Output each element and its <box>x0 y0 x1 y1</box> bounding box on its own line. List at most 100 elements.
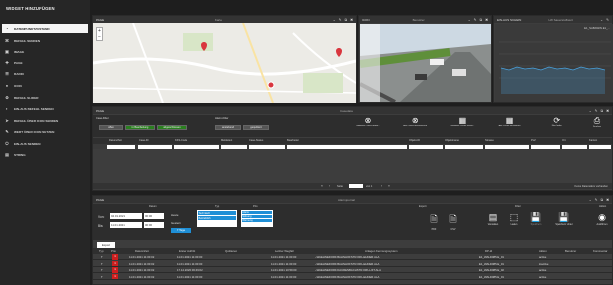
sidebar-item-image[interactable]: ▣ IMAGE <box>2 47 88 56</box>
today-option[interactable]: Heute <box>171 213 178 217</box>
last-page-icon[interactable]: » <box>388 184 390 188</box>
copy-icon[interactable]: ⧉ <box>345 18 348 22</box>
chevron-down-icon[interactable]: ⌄ <box>589 109 592 113</box>
edit-icon[interactable]: ✎ <box>339 18 342 22</box>
export-label: Export <box>419 205 427 208</box>
close-icon[interactable]: ✖ <box>606 198 609 202</box>
next-page-icon[interactable]: › <box>381 184 382 188</box>
filter-open-button[interactable]: offen <box>99 125 123 130</box>
export-pdf-button[interactable]: 🗎 PDF <box>427 212 441 231</box>
filter-input[interactable] <box>485 144 529 149</box>
close-all-button[interactable]: ⊗ Alle Cases abschliessen <box>396 116 434 136</box>
print-button[interactable]: ⎙ Drucken <box>585 116 609 136</box>
zoom-out-button[interactable]: − <box>97 34 102 40</box>
copy-icon[interactable]: ⧉ <box>480 18 483 22</box>
bis-date-input[interactable]: 11.01.2021 <box>110 222 142 228</box>
typ-option-betrieblich[interactable]: Betrieblich <box>198 216 236 220</box>
sidebar-item-ein-aus-senden[interactable]: ⏻ EIN-AUS SENDEN <box>2 139 88 148</box>
filter-input[interactable] <box>249 144 285 149</box>
pager-label: Seite <box>337 184 343 188</box>
manage-button[interactable]: ▤ Verwalten <box>485 212 501 226</box>
von-time-input[interactable]: 00:00 <box>144 213 164 219</box>
csv-icon: 🗎 <box>449 214 457 224</box>
close-icon[interactable]: ✖ <box>606 109 609 113</box>
edit-icon[interactable]: ✎ <box>474 18 477 22</box>
chart-area: E1_SABAWIN.E1_... <box>495 24 613 102</box>
filter-input[interactable] <box>221 144 247 149</box>
filter-input[interactable] <box>138 144 172 149</box>
yesterday-option[interactable]: Gestern <box>171 221 181 225</box>
bis-time-input[interactable]: 00:00 <box>144 222 164 228</box>
toggle-icon: ◐ <box>5 105 9 111</box>
chevron-down-icon[interactable]: ⌄ <box>589 198 592 202</box>
table-row[interactable]: T 1 11.01.2021 11:00:02 11.01.2021 11:00… <box>93 254 612 260</box>
seven-days-option[interactable]: 7 Tage <box>171 228 191 233</box>
save-as-button[interactable]: 💾 Speichern Unter <box>551 212 577 226</box>
filter-in-progress-button[interactable]: in Bearbeitung <box>125 125 155 130</box>
widget-header: PAGE Karte ⌄ ✎ ⧉ ✖ <box>93 16 356 23</box>
sidebar-item-befehl-slider[interactable]: ⚙ BEFEHL SLIDER <box>2 93 88 102</box>
chevron-down-icon[interactable]: ⌄ <box>468 18 471 22</box>
page-input[interactable] <box>349 184 363 188</box>
chevron-down-icon[interactable]: ⌄ <box>600 18 603 22</box>
prio-option-warnung[interactable]: Warnung <box>242 218 272 223</box>
typ-list[interactable]: Technisch Betrieblich <box>197 210 237 227</box>
first-page-icon[interactable]: « <box>321 184 323 188</box>
close-icon[interactable]: ✖ <box>350 18 353 22</box>
load-button[interactable]: ⬚ Laden <box>506 212 522 226</box>
process-filtered-button[interactable]: ⊗ Gefilterte Cases abarb... <box>349 116 387 136</box>
filter-input[interactable] <box>562 144 587 149</box>
reload-button[interactable]: ⟳ Neu laden <box>538 116 576 136</box>
copy-icon[interactable]: ⧉ <box>601 109 604 113</box>
filter-input[interactable] <box>287 144 407 149</box>
prio-option-alarm[interactable]: Alarm <box>242 210 272 215</box>
filter-input[interactable] <box>445 144 483 149</box>
sidebar-item-radio[interactable]: ☰ RADIO <box>2 69 88 78</box>
edit-icon[interactable]: ✎ <box>606 18 609 22</box>
filter-closed-button[interactable]: abgeschlossen <box>157 125 187 130</box>
table-row[interactable]: T 1 11.01.2021 11:00:02 17.12.2020 06:49… <box>93 267 612 273</box>
sidebar-item-ein-aus-befehl[interactable]: ◐ EIN-AUS BEFEHL SENDEN <box>2 104 88 113</box>
sidebar-item-befehl-senden[interactable]: ⌘ BEFEHL SENDEN <box>2 36 88 45</box>
table-row[interactable]: T 1 11.01.2021 11:00:02 11.01.2021 11:00… <box>93 260 612 267</box>
sidebar-item-wert-setzen[interactable]: ✎ WERT ÜBER ICON SETZEN <box>2 127 88 136</box>
export-csv-button[interactable]: 🗎 CSV <box>446 212 460 231</box>
alarm-pending-button[interactable]: anstehend <box>215 125 241 130</box>
copy-icon[interactable]: ⧉ <box>601 198 604 202</box>
save-button[interactable]: 💾 Speichern <box>527 212 545 226</box>
date-label: Datum <box>149 205 157 208</box>
filter-input[interactable] <box>174 144 219 149</box>
archive-all-button[interactable]: ▦ Alle Cases archivieren <box>491 116 529 136</box>
sidebar-item-string[interactable]: ▤ STRING <box>2 150 88 159</box>
sidebar-item-datenpunktzustand[interactable]: ◔ DATENPUNKTZUSTAND <box>2 24 88 33</box>
filter-input[interactable] <box>589 144 611 149</box>
radio-icon: ☰ <box>5 70 9 76</box>
edit-icon[interactable]: ✎ <box>595 198 598 202</box>
von-date-input[interactable]: 04.01.2021 <box>110 213 142 219</box>
sidebar-item-label: RADIO <box>14 71 24 76</box>
sidebar-item-page[interactable]: ✚ PAGE <box>2 58 88 67</box>
table-row[interactable]: T 1 11.01.2021 11:00:02 11.01.2021 11:00… <box>93 273 612 280</box>
alarm-acked-button[interactable]: gequittiert <box>243 125 269 130</box>
prio-list[interactable]: Alarm Störung Warnung <box>241 210 273 227</box>
close-icon[interactable]: ✖ <box>485 18 488 22</box>
execute-button[interactable]: ◉ Ausführen <box>593 212 611 226</box>
edit-icon[interactable]: ✎ <box>595 109 598 113</box>
close-circle-icon: ⊗ <box>364 116 372 125</box>
cases-toolbar: Case-Filter offen in Bearbeitung abgesch… <box>93 115 612 137</box>
widget-title: Karte <box>214 17 222 22</box>
sidebar-item-label: IMAGE <box>14 49 25 54</box>
typ-option-technisch[interactable]: Technisch <box>198 211 236 215</box>
chevron-down-icon[interactable]: ⌄ <box>333 18 336 22</box>
archive-icon: ▦ <box>505 116 514 125</box>
prio-option-stoerung[interactable]: Störung <box>242 214 272 219</box>
icon-widget: ICON Benutzer ⌄ ✎ ⧉ ✖ <box>358 15 492 103</box>
sidebar-item-befehl-icon[interactable]: ➤ BEFEHL ÜBER ICON SENDEN <box>2 116 88 125</box>
prev-page-icon[interactable]: ‹ <box>329 184 330 188</box>
filter-input[interactable] <box>531 144 560 149</box>
filter-input[interactable] <box>409 144 443 149</box>
archive-filtered-button[interactable]: ▦ Gefilterte Cases archiv... <box>443 116 481 136</box>
sidebar-item-icon[interactable]: ● ICON <box>2 81 88 90</box>
filter-input[interactable] <box>107 144 135 149</box>
map-canvas[interactable]: + − <box>93 23 356 103</box>
